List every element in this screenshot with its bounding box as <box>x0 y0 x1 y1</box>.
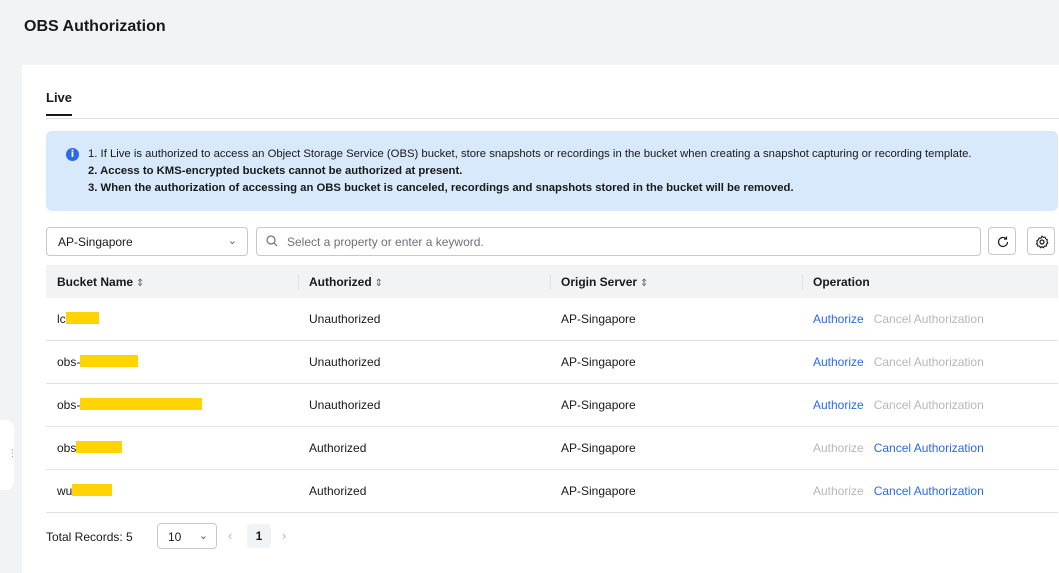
operations: Authorize Cancel Authorization <box>813 441 984 455</box>
search-input[interactable]: Select a property or enter a keyword. <box>256 227 981 256</box>
refresh-button[interactable] <box>988 227 1016 255</box>
operations: Authorize Cancel Authorization <box>813 312 984 326</box>
next-page-button[interactable]: › <box>282 528 286 543</box>
bucket-name: obs <box>57 441 123 455</box>
operations: Authorize Cancel Authorization <box>813 398 984 412</box>
cancel-authorization-link[interactable]: Cancel Authorization <box>874 441 984 455</box>
authorized-status: Unauthorized <box>309 398 381 412</box>
sort-icon[interactable]: ⇕ <box>136 278 144 289</box>
sort-icon[interactable]: ⇕ <box>375 278 383 289</box>
column-divider <box>550 275 551 289</box>
chevron-down-icon: ⌄ <box>198 530 208 542</box>
table-row: wu Authorized AP-Singapore Authorize Canc… <box>46 470 1058 513</box>
chevron-down-icon: ⌄ <box>227 235 237 247</box>
page-number-current[interactable]: 1 <box>247 524 271 548</box>
redaction-box <box>80 398 203 410</box>
column-header-origin[interactable]: Origin Server ⇕ <box>561 275 648 289</box>
tab-live[interactable]: Live <box>46 90 73 116</box>
column-divider <box>298 275 299 289</box>
cancel-authorization-link[interactable]: Cancel Authorization <box>874 484 984 498</box>
info-icon: i <box>66 148 79 161</box>
table-row: obs- Unauthorized AP-Singapore Authorize… <box>46 384 1058 427</box>
table-header: Bucket Name ⇕ Authorized ⇕ Origin Server ⇕ … <box>46 265 1058 298</box>
authorized-status: Authorized <box>309 441 367 455</box>
page-size-value: 10 <box>168 530 182 544</box>
gear-icon <box>1035 235 1049 249</box>
refresh-icon <box>997 236 1009 248</box>
origin-server: AP-Singapore <box>561 312 636 326</box>
column-header-authorized[interactable]: Authorized ⇕ <box>309 275 383 289</box>
authorized-status: Unauthorized <box>309 355 381 369</box>
bucket-name: obs- <box>57 398 203 412</box>
redaction-box <box>80 355 139 367</box>
notice-line-2: 2. Access to KMS-encrypted buckets canno… <box>88 165 463 177</box>
authorize-link: Authorize <box>813 484 864 498</box>
authorize-link[interactable]: Authorize <box>813 355 864 369</box>
bucket-name: obs- <box>57 355 139 369</box>
region-select[interactable]: AP-Singapore ⌄ <box>46 227 248 256</box>
origin-server: AP-Singapore <box>561 355 636 369</box>
notice-line-1: 1. If Live is authorized to access an Ob… <box>88 148 972 160</box>
origin-server: AP-Singapore <box>561 441 636 455</box>
operations: Authorize Cancel Authorization <box>813 355 984 369</box>
column-header-bucket[interactable]: Bucket Name ⇕ <box>57 275 144 289</box>
table-row: obs Authorized AP-Singapore Authorize Can… <box>46 427 1058 470</box>
info-notice: i 1. If Live is authorized to access an … <box>46 131 1058 211</box>
page-title: OBS Authorization <box>24 18 166 35</box>
search-placeholder: Select a property or enter a keyword. <box>287 235 484 249</box>
column-divider <box>802 275 803 289</box>
origin-server: AP-Singapore <box>561 398 636 412</box>
redaction-box <box>65 312 99 324</box>
authorize-link[interactable]: Authorize <box>813 312 864 326</box>
table-settings-button[interactable] <box>1027 227 1055 255</box>
prev-page-button[interactable]: ‹ <box>228 528 232 543</box>
sort-icon[interactable]: ⇕ <box>640 278 648 289</box>
authorized-status: Unauthorized <box>309 312 381 326</box>
search-icon <box>266 235 278 247</box>
notice-line-3: 3. When the authorization of accessing a… <box>88 182 794 194</box>
bucket-name: wu <box>57 484 113 498</box>
region-value: AP-Singapore <box>58 235 133 249</box>
redaction-box <box>72 484 113 496</box>
sidebar-collapse-handle[interactable]: ⋮ <box>0 420 17 490</box>
authorized-status: Authorized <box>309 484 367 498</box>
authorize-link[interactable]: Authorize <box>813 398 864 412</box>
bucket-name: lc <box>57 312 99 326</box>
authorize-link: Authorize <box>813 441 864 455</box>
column-header-operation: Operation <box>813 275 870 289</box>
page-size-select[interactable]: 10 ⌄ <box>157 523 217 549</box>
table-row: lc Unauthorized AP-Singapore Authorize Ca… <box>46 298 1058 341</box>
buckets-table: Bucket Name ⇕ Authorized ⇕ Origin Server ⇕ … <box>46 265 1058 513</box>
drag-dots-icon: ⋮ <box>8 448 17 458</box>
cancel-authorization-link: Cancel Authorization <box>873 355 984 369</box>
total-records: Total Records: 5 <box>46 530 133 544</box>
cancel-authorization-link: Cancel Authorization <box>873 312 984 326</box>
tab-bar: Live <box>46 90 1059 119</box>
redaction-box <box>76 441 123 453</box>
content-card: Live i 1. If Live is authorized to acces… <box>22 65 1059 573</box>
operations: Authorize Cancel Authorization <box>813 484 984 498</box>
cancel-authorization-link: Cancel Authorization <box>873 398 984 412</box>
table-row: obs- Unauthorized AP-Singapore Authorize… <box>46 341 1058 384</box>
origin-server: AP-Singapore <box>561 484 636 498</box>
